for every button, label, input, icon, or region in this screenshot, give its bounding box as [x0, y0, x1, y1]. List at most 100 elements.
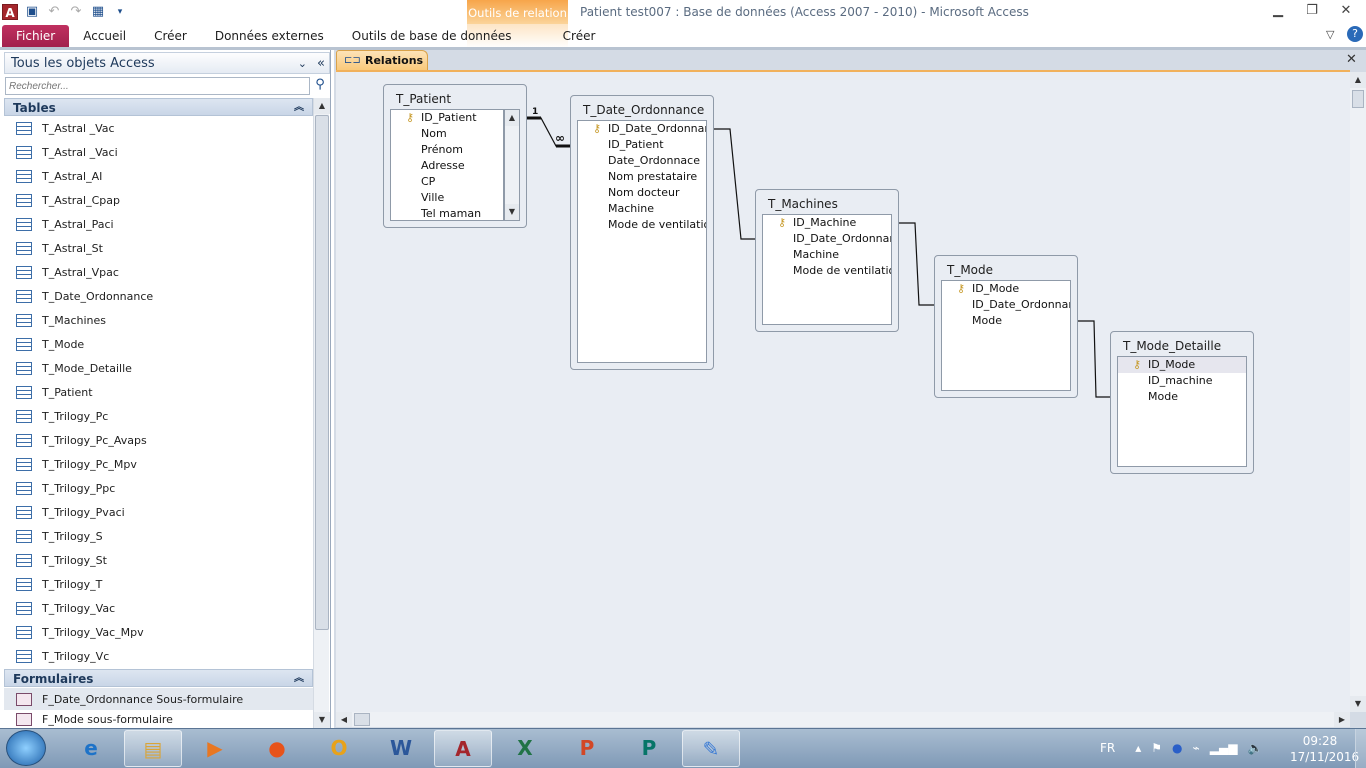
field-item[interactable]: ID_machine	[1118, 373, 1246, 389]
field-item[interactable]: ⚷ ID_Mode	[1118, 357, 1246, 373]
taskbar-firefox-icon[interactable]: ●	[248, 730, 306, 767]
tab-fichier[interactable]: Fichier	[2, 24, 70, 48]
nav-item-table[interactable]: T_Astral_Paci	[4, 213, 313, 235]
nav-item-table[interactable]: T_Trilogy_St	[4, 549, 313, 571]
nav-item-table[interactable]: T_Trilogy_Pc	[4, 405, 313, 427]
field-item[interactable]: ⚷ ID_Date_Ordonnance	[578, 121, 706, 137]
scroll-up-arrow[interactable]: ▲	[1350, 72, 1366, 88]
action-center-flag-icon[interactable]: ⚑	[1151, 741, 1162, 755]
taskbar-internet-explorer-icon[interactable]: e	[62, 730, 120, 767]
field-item[interactable]: ⚷ ID_Patient	[391, 110, 503, 126]
canvas-vertical-scrollbar[interactable]: ▲ ▼	[1350, 72, 1366, 712]
field-item[interactable]: ⚷ ID_Mode	[942, 281, 1070, 297]
show-hidden-icons[interactable]: ▴	[1135, 741, 1141, 755]
nav-item-table[interactable]: T_Astral_AI	[4, 165, 313, 187]
group-header-formulaires[interactable]: Formulaires ︽	[4, 669, 313, 687]
language-indicator[interactable]: FR	[1100, 741, 1115, 755]
nav-item-table[interactable]: T_Astral_Cpap	[4, 189, 313, 211]
nav-item-table[interactable]: T_Astral_Vpac	[4, 261, 313, 283]
scroll-down-arrow[interactable]: ▼	[314, 712, 330, 728]
field-item[interactable]: Machine	[763, 247, 891, 263]
nav-item-table[interactable]: T_Trilogy_Pc_Avaps	[4, 429, 313, 451]
taskbar-powerpoint-icon[interactable]: P	[558, 730, 616, 767]
customize-qat-icon[interactable]: ▾	[112, 4, 128, 20]
field-item[interactable]: Adresse	[391, 158, 503, 174]
field-item[interactable]: Mode de ventilation	[578, 217, 706, 233]
field-item[interactable]: Tel maman	[391, 206, 503, 220]
nav-item-table[interactable]: T_Trilogy_Vac	[4, 597, 313, 619]
taskbar-publisher-icon[interactable]: P	[620, 730, 678, 767]
nav-item-table[interactable]: T_Machines	[4, 309, 313, 331]
nav-item-table[interactable]: T_Trilogy_Pvaci	[4, 501, 313, 523]
field-list-scrollbar[interactable]: ▲ ▼	[504, 109, 520, 221]
field-item[interactable]: Prénom	[391, 142, 503, 158]
taskbar-media-player-icon[interactable]: ▶	[186, 730, 244, 767]
scroll-thumb[interactable]	[354, 713, 370, 726]
chevron-up-icon[interactable]: ︽	[294, 670, 304, 688]
field-item[interactable]: Nom	[391, 126, 503, 142]
undo-icon[interactable]: ↶	[46, 4, 62, 20]
search-icon[interactable]: ⚲	[311, 77, 329, 95]
field-item[interactable]: Ville	[391, 190, 503, 206]
nav-item-form[interactable]: F_Date_Ordonnance Sous-formulaire	[4, 688, 313, 710]
table-box-t-mode-detaille[interactable]: T_Mode_Detaille ⚷ ID_Mode ID_machine Mode	[1110, 331, 1254, 474]
nav-item-table[interactable]: T_Trilogy_S	[4, 525, 313, 547]
field-item[interactable]: CP	[391, 174, 503, 190]
scroll-left-arrow[interactable]: ◀	[336, 712, 352, 727]
table-title[interactable]: T_Date_Ordonnance	[571, 96, 713, 120]
field-item[interactable]: Nom docteur	[578, 185, 706, 201]
canvas-horizontal-scrollbar[interactable]: ◀ ▶	[336, 712, 1350, 727]
nav-item-table[interactable]: T_Trilogy_T	[4, 573, 313, 595]
table-icon[interactable]: ▦	[90, 4, 106, 20]
show-desktop-button[interactable]	[1355, 729, 1366, 768]
table-box-t-mode[interactable]: T_Mode ⚷ ID_Mode ID_Date_Ordonnance Mode	[934, 255, 1078, 398]
nav-item-table[interactable]: T_Date_Ordonnance	[4, 285, 313, 307]
maximize-button[interactable]: ❐	[1300, 3, 1324, 21]
field-item[interactable]: Mode	[1118, 389, 1246, 405]
search-input[interactable]	[5, 77, 310, 95]
network-app-icon[interactable]: ●	[1172, 741, 1182, 755]
field-item[interactable]: Date_Ordonnace	[578, 153, 706, 169]
field-item[interactable]: Machine	[578, 201, 706, 217]
nav-item-table[interactable]: T_Mode	[4, 333, 313, 355]
nav-item-table[interactable]: T_Mode_Detaille	[4, 357, 313, 379]
nav-item-table[interactable]: T_Trilogy_Ppc	[4, 477, 313, 499]
minimize-button[interactable]: ▁	[1266, 3, 1290, 21]
table-box-t-patient[interactable]: T_Patient ⚷ ID_Patient Nom Prénom Adresse CP Vi…	[383, 84, 527, 228]
chevron-up-icon[interactable]: ︽	[294, 99, 304, 117]
scroll-thumb[interactable]	[315, 115, 329, 630]
nav-item-table[interactable]: T_Astral _Vaci	[4, 141, 313, 163]
nav-item-table[interactable]: T_Astral _Vac	[4, 117, 313, 139]
taskbar-word-icon[interactable]: W	[372, 730, 430, 767]
help-icon[interactable]: ?	[1347, 26, 1363, 42]
nav-pane-header[interactable]: Tous les objets Access ⌄ «	[4, 52, 330, 74]
field-item[interactable]: ID_Date_Ordonnance	[763, 231, 891, 247]
taskbar-outlook-icon[interactable]: O	[310, 730, 368, 767]
field-item[interactable]: ID_Date_Ordonnance	[942, 297, 1070, 313]
tab-donnees-externes[interactable]: Données externes	[201, 25, 338, 48]
table-box-t-date-ordonnance[interactable]: T_Date_Ordonnance ⚷ ID_Date_Ordonnance ID_P…	[570, 95, 714, 370]
field-item[interactable]: ID_Patient	[578, 137, 706, 153]
access-app-icon[interactable]: A	[2, 4, 18, 20]
table-box-t-machines[interactable]: T_Machines ⚷ ID_Machine ID_Date_Ordonnance M…	[755, 189, 899, 332]
close-window-button[interactable]: ✕	[1334, 3, 1358, 21]
clock[interactable]: 09:28 17/11/2016	[1290, 733, 1359, 765]
nav-item-table[interactable]: T_Trilogy_Pc_Mpv	[4, 453, 313, 475]
taskbar-access-icon[interactable]: A	[434, 730, 492, 767]
scroll-down-arrow[interactable]: ▼	[1350, 696, 1366, 712]
table-title[interactable]: T_Machines	[756, 190, 898, 214]
redo-icon[interactable]: ↷	[68, 4, 84, 20]
table-title[interactable]: T_Mode	[935, 256, 1077, 280]
taskbar-explorer-icon[interactable]: ▤	[124, 730, 182, 767]
scroll-right-arrow[interactable]: ▶	[1334, 712, 1350, 727]
volume-icon[interactable]: 🔈	[1247, 741, 1262, 755]
nav-item-table[interactable]: T_Trilogy_Vc	[4, 645, 313, 667]
nav-item-form[interactable]: F_Mode sous-formulaire	[4, 711, 313, 728]
tab-outils-base-donnees[interactable]: Outils de base de données	[338, 25, 526, 48]
table-title[interactable]: T_Patient	[384, 85, 526, 109]
field-item[interactable]: Nom prestataire	[578, 169, 706, 185]
scroll-thumb[interactable]	[1352, 90, 1364, 108]
nav-item-table[interactable]: T_Trilogy_Vac_Mpv	[4, 621, 313, 643]
signal-icon[interactable]: ▂▄▆	[1210, 741, 1238, 755]
table-title[interactable]: T_Mode_Detaille	[1111, 332, 1253, 356]
